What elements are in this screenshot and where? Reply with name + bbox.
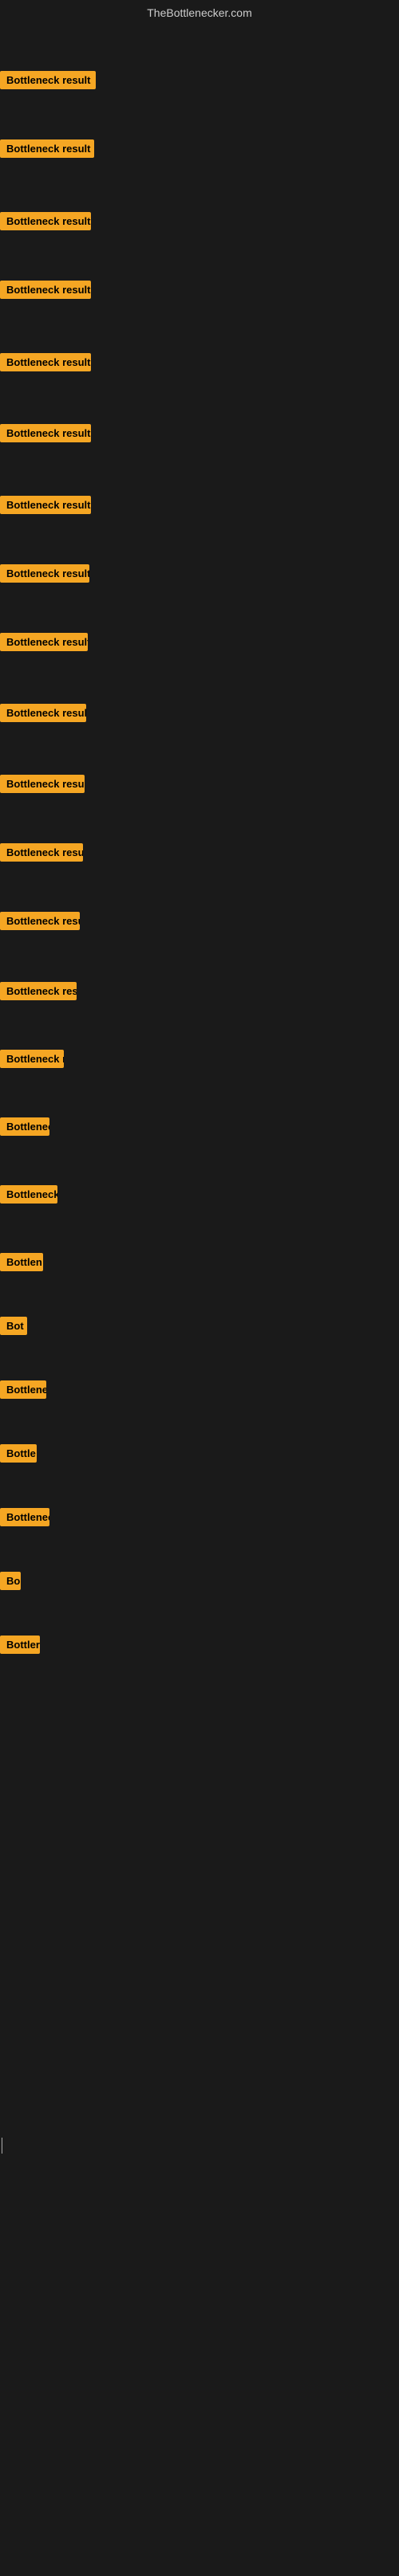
bottleneck-result-item[interactable]: Bottleneck result xyxy=(0,212,91,230)
bottleneck-result-item[interactable]: Bottleneck result xyxy=(0,843,83,862)
bottleneck-result-item[interactable]: Bottleneck result xyxy=(0,281,91,299)
bottleneck-result-item[interactable]: Bottleneck result xyxy=(0,139,94,158)
bottleneck-result-item[interactable]: Bottleneck re xyxy=(0,1050,64,1068)
bottleneck-result-item[interactable]: Bottler xyxy=(0,1636,40,1654)
bottleneck-result-item[interactable]: Bottleneck result xyxy=(0,704,86,722)
bottleneck-result-item[interactable]: Bottle xyxy=(0,1444,37,1463)
bottleneck-result-item[interactable]: Bottlene xyxy=(0,1380,46,1399)
bottleneck-result-item[interactable]: Bottlenec xyxy=(0,1508,49,1526)
bottleneck-result-item[interactable]: Bottleneck result xyxy=(0,775,85,793)
bottleneck-result-item[interactable]: Bottleneck result xyxy=(0,564,89,583)
bottleneck-result-item[interactable]: Bottleneck result xyxy=(0,912,80,930)
bottleneck-result-item[interactable]: Bottleneck r xyxy=(0,1185,57,1204)
bottleneck-result-item[interactable]: Bottlenec xyxy=(0,1117,49,1136)
site-title: TheBottlenecker.com xyxy=(0,0,399,26)
bottleneck-result-item[interactable]: Bottleneck result xyxy=(0,353,91,371)
bottleneck-result-item[interactable]: Bo xyxy=(0,1572,21,1590)
bottleneck-result-item[interactable]: Bottleneck result xyxy=(0,424,91,442)
bottleneck-result-item[interactable]: Bottleneck result xyxy=(0,633,88,651)
bottleneck-result-item[interactable]: Bot xyxy=(0,1317,27,1335)
bottleneck-result-item[interactable]: Bottleneck result xyxy=(0,71,96,89)
bottleneck-result-item[interactable]: Bottleneck result xyxy=(0,982,77,1000)
bottleneck-result-item[interactable]: Bottlen xyxy=(0,1253,43,1271)
bottleneck-result-item[interactable]: Bottleneck result xyxy=(0,496,91,514)
